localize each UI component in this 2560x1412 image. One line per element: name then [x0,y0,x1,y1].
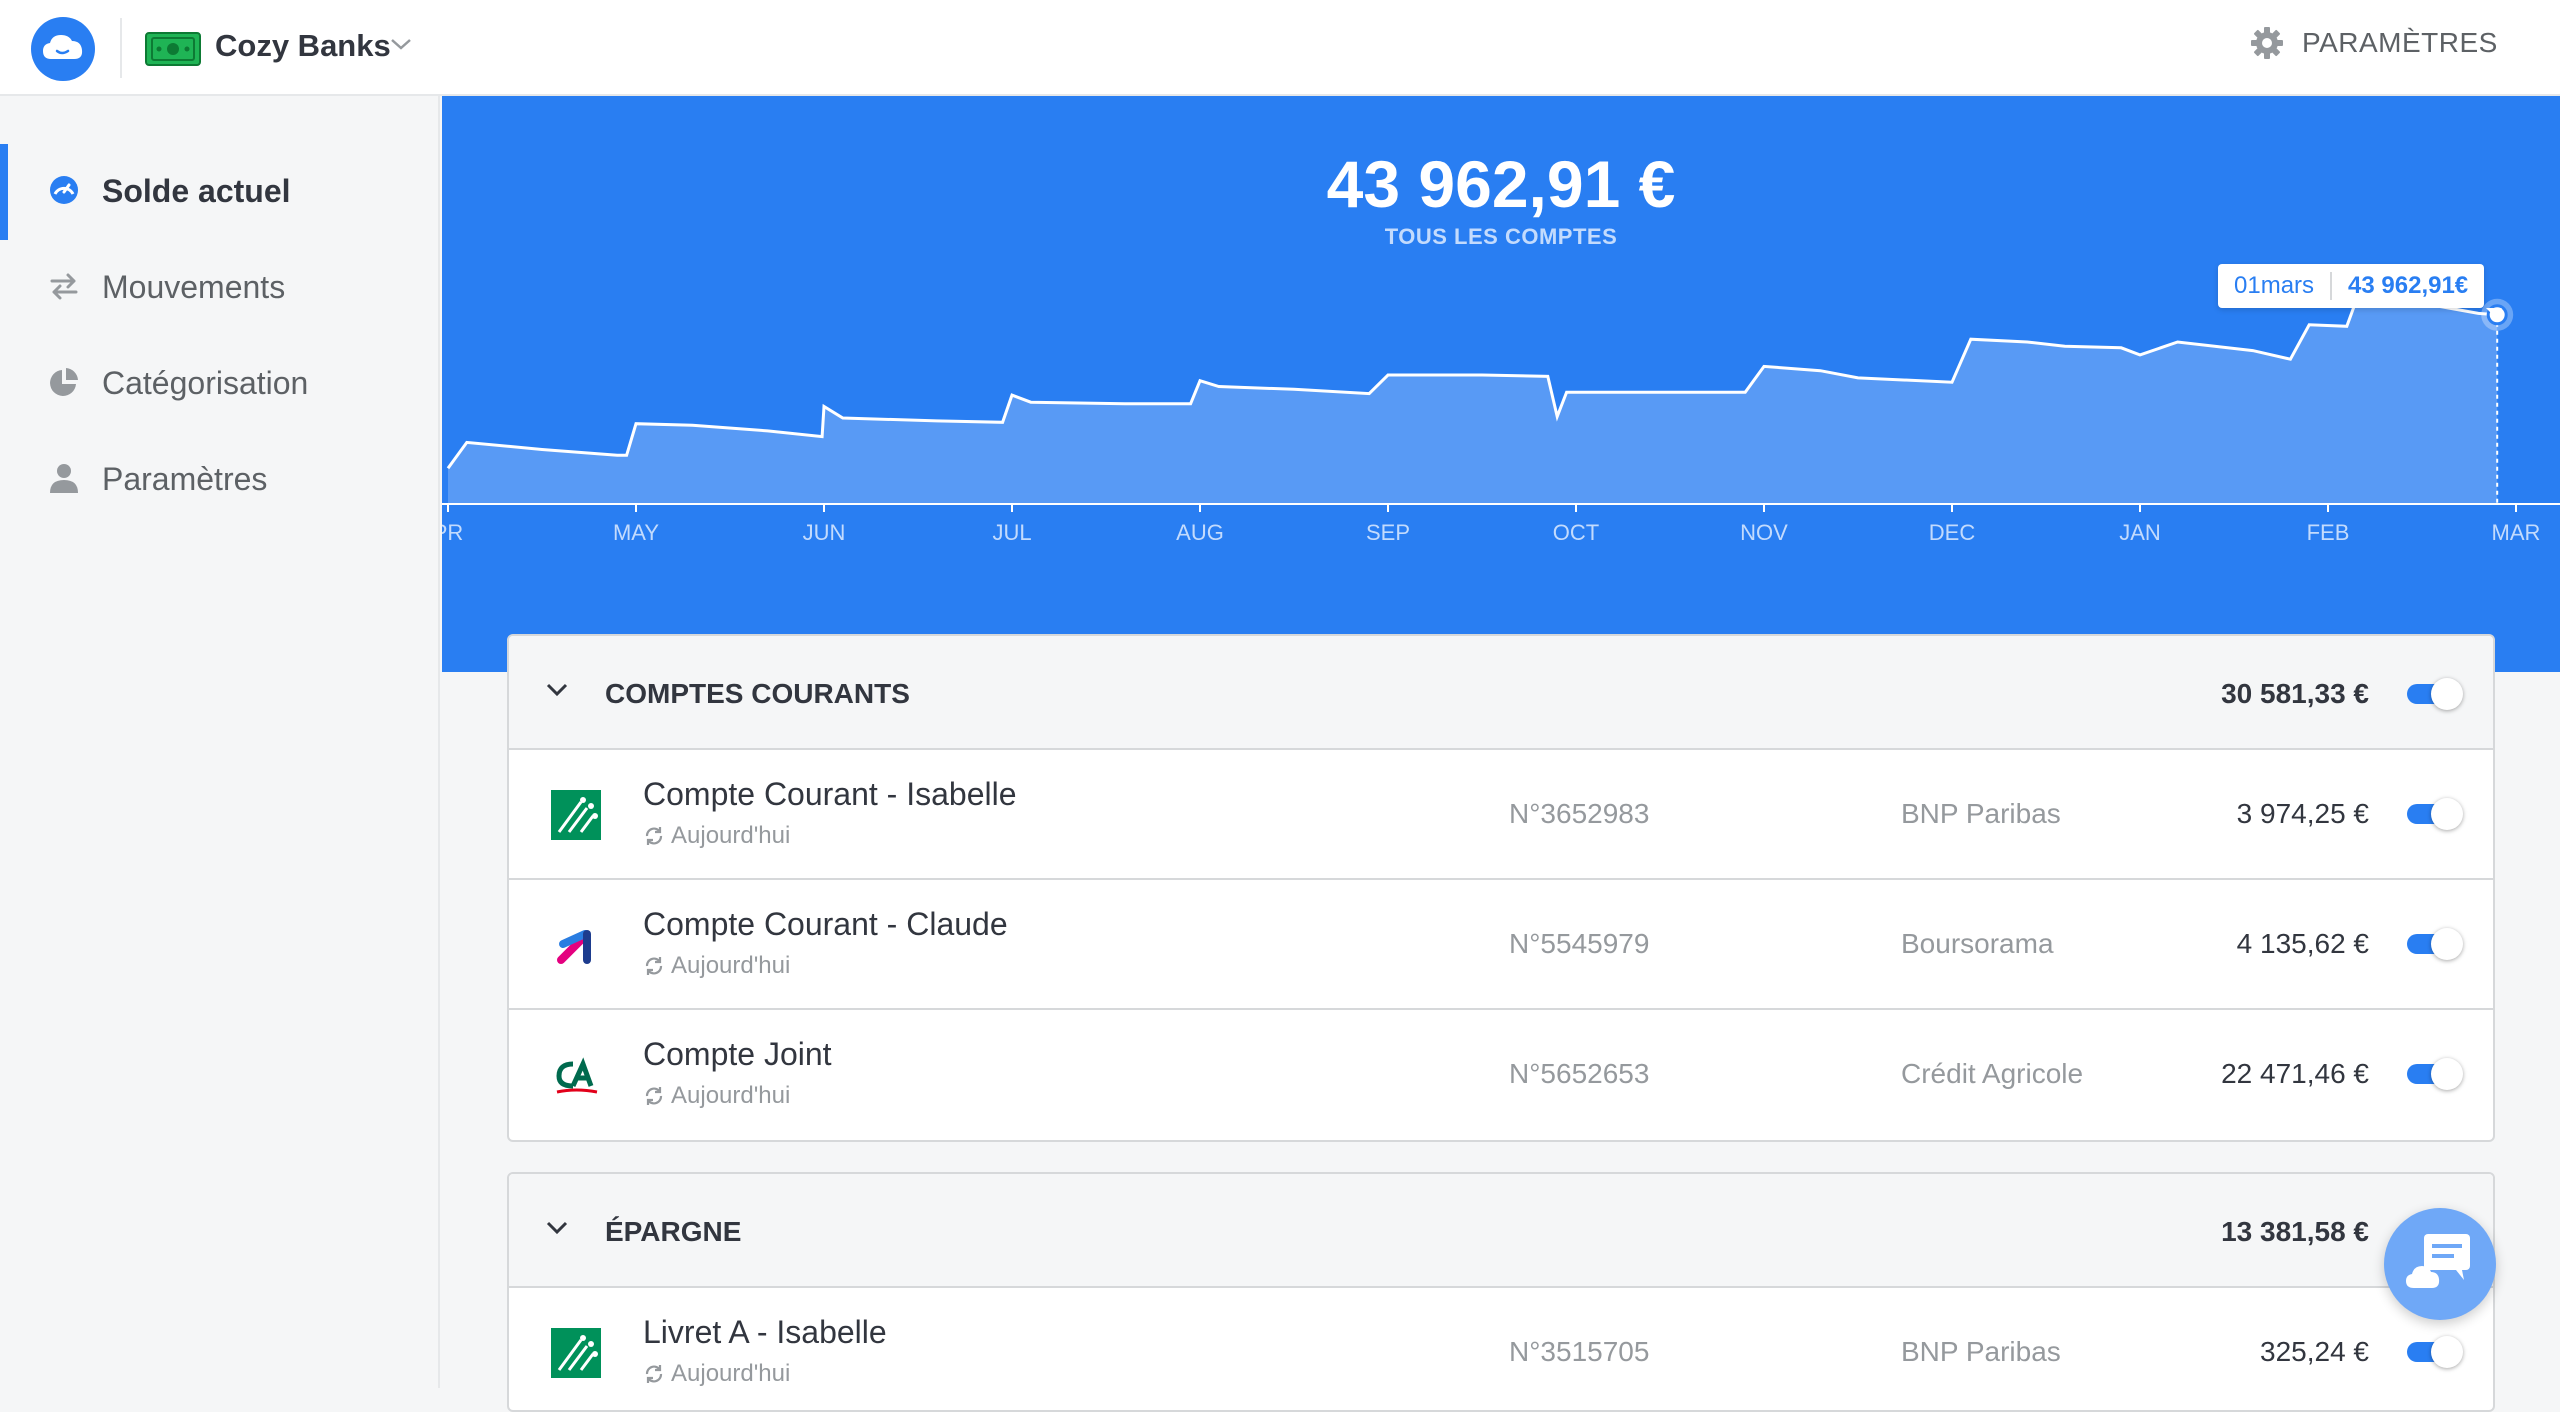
sidebar-item-categories[interactable]: Catégorisation [0,336,440,432]
group-total: 13 381,58 € [2221,1216,2369,1247]
divider [120,18,122,78]
bank-name: Boursorama [1901,928,2054,959]
x-tick-label: JAN [2119,520,2161,545]
account-balance: 22 471,46 € [2221,1058,2369,1089]
group-title: ÉPARGNE [605,1216,742,1247]
sync-label: Aujourd'hui [671,1360,791,1387]
account-balance: 4 135,62 € [2236,928,2369,959]
account-group-checking: COMPTES COURANTS 30 581,33 € Compte Cour… [507,634,2495,1142]
account-number: N°5545979 [1509,928,1650,959]
x-tick-label: MAR [2492,520,2541,545]
account-row[interactable]: Compte Joint Aujourd'hui N°5652653 Crédi… [509,1010,2493,1140]
account-row[interactable]: Compte Courant - Isabelle Aujourd'hui N°… [509,750,2493,880]
account-row[interactable]: Compte Courant - Claude Aujourd'hui N°55… [509,880,2493,1010]
x-tick-label: JUL [992,520,1031,545]
pie-chart-icon [50,368,78,396]
x-tick-label: FEB [2307,520,2350,545]
sync-icon [645,957,663,975]
account-balance: 3 974,25 € [2236,798,2369,829]
account-group-savings: ÉPARGNE 13 381,58 € Livret A - Isabelle … [507,1172,2495,1412]
boursorama-logo [557,930,591,964]
bnp-logo [551,790,601,840]
account-name: Compte Joint [643,1036,832,1072]
chevron-down-icon[interactable] [545,1220,569,1236]
gear-icon [2251,27,2283,59]
account-toggle[interactable] [2407,1336,2463,1368]
cozy-cloud-icon[interactable] [31,17,95,81]
chevron-down-icon[interactable] [545,682,569,698]
sync-status: Aujourd'hui [643,952,790,980]
sync-label: Aujourd'hui [671,952,791,979]
account-name: Compte Courant - Claude [643,906,1008,942]
x-tick-label: JUN [803,520,846,545]
group-toggle[interactable] [2407,678,2463,710]
sidebar-item-settings[interactable]: Paramètres [0,432,440,528]
sync-label: Aujourd'hui [671,822,791,849]
credit-agricole-logo [556,1057,598,1094]
tooltip-value: 43 962,91€ [2348,272,2469,299]
chart-tooltip: 01mars 43 962,91€ [2218,264,2503,316]
sidebar-item-label: Mouvements [102,269,286,305]
sidebar-item-transactions[interactable]: Mouvements [0,240,440,336]
sidebar-item-balance[interactable]: Solde actuel [0,144,440,240]
balance-header: 43 962,91 € TOUS LES COMPTES PRMAYJUNJUL… [442,96,2560,672]
sync-label: Aujourd'hui [671,1082,791,1109]
sidebar-item-label: Solde actuel [102,173,291,209]
sync-icon [645,1087,663,1105]
bnp-logo [551,1328,601,1378]
x-tick-label: MAY [613,520,659,545]
app-title[interactable]: Cozy Banks [215,28,391,64]
transfer-arrows-icon [50,273,78,300]
banknote-icon [145,32,201,66]
x-tick-label: PR [442,520,463,545]
sidebar-item-label: Paramètres [102,461,268,497]
chart-area [448,300,2498,504]
sync-status: Aujourd'hui [643,1082,790,1110]
chat-icon [2406,1234,2470,1288]
group-title: COMPTES COURANTS [605,678,910,709]
gauge-icon [50,176,78,204]
sync-status: Aujourd'hui [643,822,790,850]
account-balance: 325,24 € [2260,1336,2369,1367]
account-number: N°5652653 [1509,1058,1650,1089]
chevron-down-icon[interactable] [389,36,413,52]
bank-name: BNP Paribas [1901,798,2061,829]
group-total: 30 581,33 € [2221,678,2369,709]
settings-link[interactable]: PARAMÈTRES [2250,26,2498,60]
support-chat-button[interactable] [2384,1208,2496,1320]
sync-icon [645,827,663,845]
account-row[interactable]: Livret A - Isabelle Aujourd'hui N°351570… [509,1288,2493,1410]
user-icon [50,464,78,493]
sync-status: Aujourd'hui [643,1360,790,1388]
x-tick-label: AUG [1176,520,1224,545]
x-tick-label: DEC [1929,520,1976,545]
bank-name: Crédit Agricole [1901,1058,2084,1089]
account-name: Livret A - Isabelle [643,1314,887,1350]
settings-label: PARAMÈTRES [2302,27,2498,58]
x-tick-label: SEP [1366,520,1410,545]
x-tick-label: NOV [1740,520,1788,545]
sync-icon [645,1365,663,1383]
account-toggle[interactable] [2407,1058,2463,1090]
group-header[interactable]: ÉPARGNE 13 381,58 € [509,1174,2493,1288]
balance-history-chart[interactable]: PR MAY JUN JUL AUG SEP OCT NOV DEC JAN FEB MAR [442,96,2560,672]
sidebar-item-label: Catégorisation [102,365,309,401]
group-header[interactable]: COMPTES COURANTS 30 581,33 € [509,636,2493,750]
top-bar: Cozy Banks PARAMÈTRES [0,0,2560,96]
bank-name: BNP Paribas [1901,1336,2061,1367]
account-toggle[interactable] [2407,928,2463,960]
account-number: N°3652983 [1509,798,1650,829]
sidebar: Solde actuel Mouvements Catégorisation P… [0,96,440,1388]
account-name: Compte Courant - Isabelle [643,776,1017,812]
account-number: N°3515705 [1509,1336,1650,1367]
tooltip-date: 01mars [2234,272,2333,300]
x-tick-label: OCT [1553,520,1599,545]
account-toggle[interactable] [2407,798,2463,830]
